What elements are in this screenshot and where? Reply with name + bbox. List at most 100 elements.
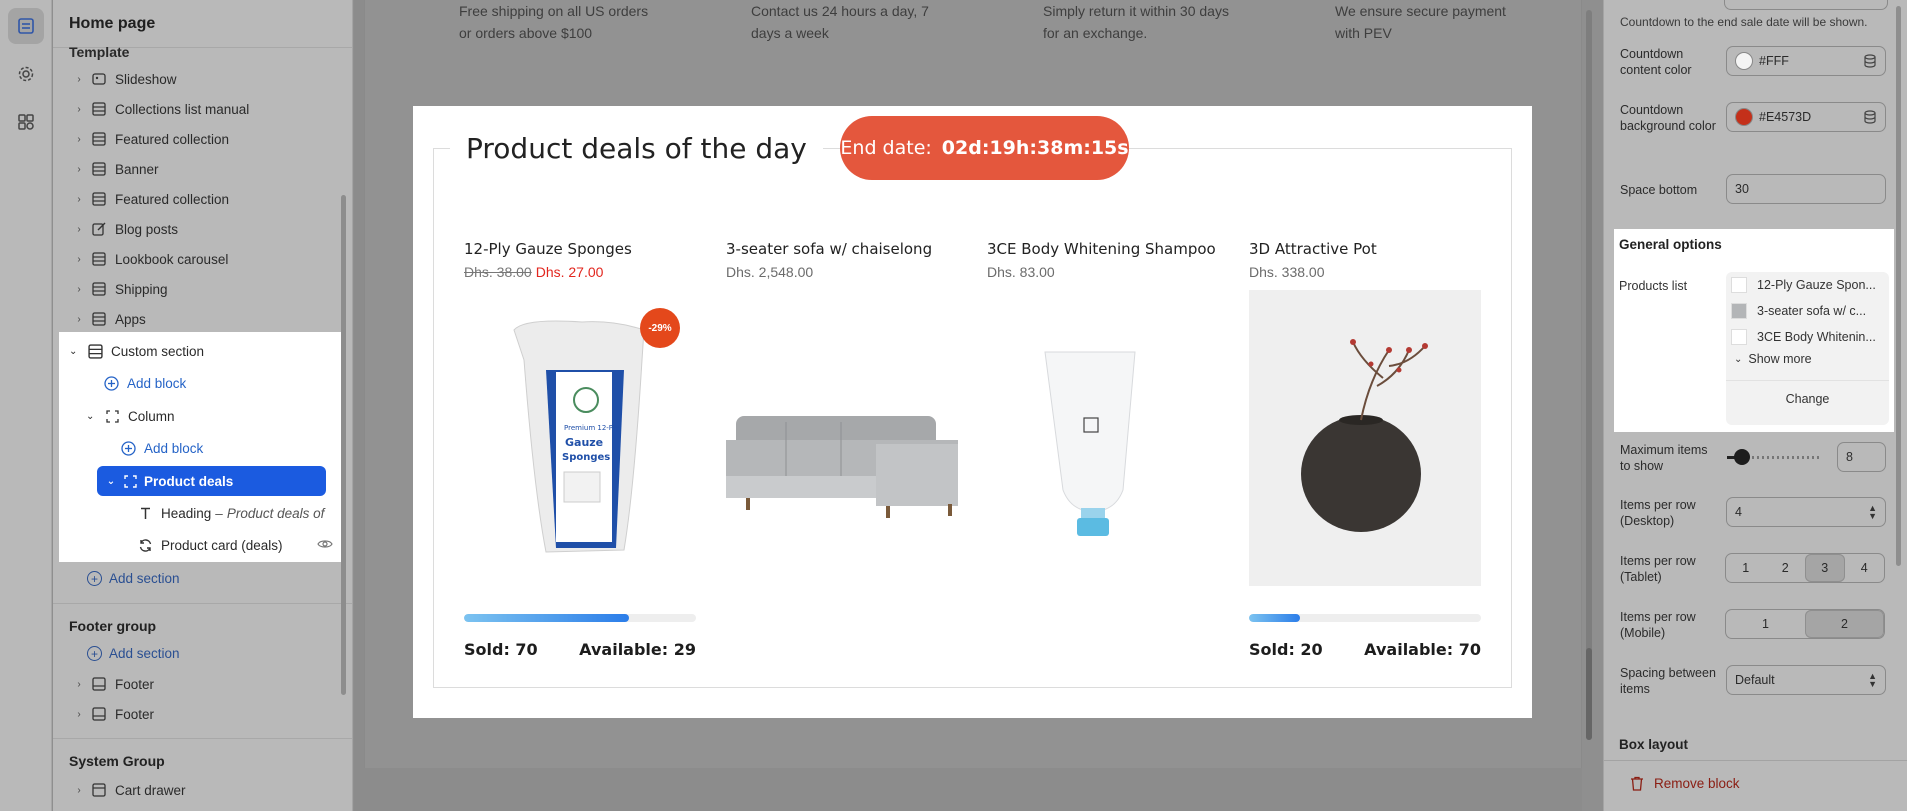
footer-add-section-button[interactable]: + Add section [87,646,180,661]
section-collections-list[interactable]: › Collections list manual [53,95,343,123]
items-desktop-select[interactable]: 4 ▲ ▼ [1726,497,1886,527]
color-swatch[interactable] [1735,108,1753,126]
section-blog-posts[interactable]: › Blog posts [53,215,343,243]
plus-icon: + [87,571,102,586]
section-footer-2[interactable]: › Footer [53,700,343,728]
shampoo-tube-image [1044,351,1136,536]
show-more-button[interactable]: ⌄ Show more [1734,352,1812,366]
product-card[interactable]: 3D Attractive Pot Dhs. 338.00 Sold: 20 A… [1249,240,1481,680]
chevron-down-icon: ⌄ [86,410,95,422]
chevron-right-icon: › [77,223,81,235]
select-arrows-icon: ▲ ▼ [1868,671,1877,689]
slideshow-icon [91,72,107,86]
remove-block-label: Remove block [1654,776,1740,791]
spacing-label: Spacing between items [1620,666,1716,696]
countdown-bg-color-field[interactable]: #E4573D [1726,102,1886,132]
datetime-input[interactable] [1724,0,1888,10]
divider [53,738,352,739]
product-name[interactable]: 3CE Body Whitening Shampoo [987,240,1219,262]
preview-scrollbar[interactable] [1586,10,1592,740]
product-name[interactable]: 12-Ply Gauze Sponges [464,240,696,262]
change-button[interactable]: Change [1726,390,1889,406]
divider [1726,380,1889,381]
items-desktop-value: 4 [1735,505,1742,519]
block-column[interactable]: ⌄ Column [86,402,175,430]
section-label: Blog posts [115,221,179,237]
product-image-pot[interactable] [1249,290,1481,586]
chevron-right-icon: › [77,678,81,690]
trash-icon [1631,776,1643,791]
plus-circle-icon [103,375,119,391]
sections-scrollbar[interactable] [341,195,346,695]
items-mobile-toggle[interactable]: 1 2 [1725,609,1885,639]
chevron-right-icon: › [77,193,81,205]
spacing-select[interactable]: Default ▲ ▼ [1726,665,1886,695]
preview-scrollbar-thumb[interactable] [1586,648,1592,740]
section-label: Featured collection [115,191,230,207]
space-bottom-input[interactable]: 30 [1726,174,1886,204]
section-label: Featured collection [115,131,230,147]
spacing-value: Default [1735,673,1775,687]
segment-option[interactable]: 4 [1845,554,1885,582]
settings-scrollbar[interactable] [1896,6,1901,566]
chevron-down-icon: ⌄ [69,345,78,357]
section-icon [91,192,107,206]
product-name[interactable]: 3-seater sofa w/ chaiselong [726,240,958,262]
box-layout-heading: Box layout [1619,737,1689,752]
product-image-sofa[interactable] [726,290,958,586]
discount-badge: -29% [640,308,680,348]
countdown-content-color-field[interactable]: #FFF [1726,46,1886,76]
product-card[interactable]: 3-seater sofa w/ chaiselong Dhs. 2,548.0… [726,240,958,590]
section-custom[interactable]: ⌄ Custom section [69,337,204,365]
block-label: Column [128,408,175,424]
section-shipping[interactable]: › Shipping [53,275,343,303]
segment-option[interactable]: 2 [1766,554,1806,582]
block-product-deals[interactable]: ⌄ Product deals [97,466,326,496]
max-items-input[interactable]: 8 [1837,442,1886,472]
section-lookbook-carousel[interactable]: › Lookbook carousel [53,245,343,273]
section-cart-drawer[interactable]: › Cart drawer [53,776,343,804]
gear-icon[interactable] [8,56,44,92]
segment-option-selected[interactable]: 3 [1805,554,1845,582]
products-list-item[interactable]: 3CE Body Whitenin... [1731,324,1886,350]
add-block-button[interactable]: Add block [103,369,186,397]
section-footer[interactable]: › Footer [53,670,343,698]
remove-block-button[interactable]: Remove block [1630,776,1740,791]
section-featured-collection[interactable]: › Featured collection [53,125,343,153]
column-add-block-button[interactable]: Add block [120,434,203,462]
feature-line: Simply return it within 30 days [1043,3,1229,19]
add-section-button[interactable]: + Add section [87,571,180,586]
products-list-item[interactable]: 12-Ply Gauze Spon... [1731,272,1886,298]
product-price: Dhs. 2,548.00 [726,264,814,280]
select-arrows-icon: ▲ ▼ [1868,503,1877,521]
segment-option[interactable]: 1 [1726,554,1766,582]
sections-icon[interactable] [8,8,44,44]
product-name[interactable]: 3D Attractive Pot [1249,240,1481,262]
footer-group-label: Footer group [69,618,157,634]
items-tablet-toggle[interactable]: 1 2 3 4 [1725,553,1885,583]
database-icon[interactable] [1863,54,1877,68]
segment-option-selected[interactable]: 2 [1805,610,1884,638]
eye-icon[interactable] [317,538,333,553]
section-apps[interactable]: › Apps [53,305,343,333]
product-image-gauze[interactable]: Premium 12-Ply Gauze Sponges -29% [464,290,696,586]
product-card[interactable]: 12-Ply Gauze Sponges Dhs. 38.00 Dhs. 27.0… [464,240,696,680]
section-slideshow[interactable]: › Slideshow [53,65,343,93]
refresh-icon [137,537,153,553]
section-featured-collection-2[interactable]: › Featured collection [53,185,343,213]
section-label: Apps [115,311,146,327]
products-list-item[interactable]: 3-seater sofa w/ c... [1731,298,1886,324]
feature-line: or orders above $100 [459,25,593,41]
add-block-label: Add block [144,440,204,456]
segment-option[interactable]: 1 [1726,610,1805,638]
product-image-shampoo[interactable] [987,290,1219,586]
color-swatch[interactable] [1735,52,1753,70]
section-banner[interactable]: › Banner [53,155,343,183]
database-icon[interactable] [1863,110,1877,124]
apps-icon[interactable] [8,104,44,140]
product-card[interactable]: 3CE Body Whitening Shampoo Dhs. 83.00 [987,240,1219,590]
deals-title: Product deals of the day [450,126,823,172]
countdown-hint: Countdown to the end sale date will be s… [1620,15,1868,29]
block-product-card[interactable]: Product card (deals) [137,531,333,559]
block-heading[interactable]: Heading – Product deals of [137,499,324,527]
